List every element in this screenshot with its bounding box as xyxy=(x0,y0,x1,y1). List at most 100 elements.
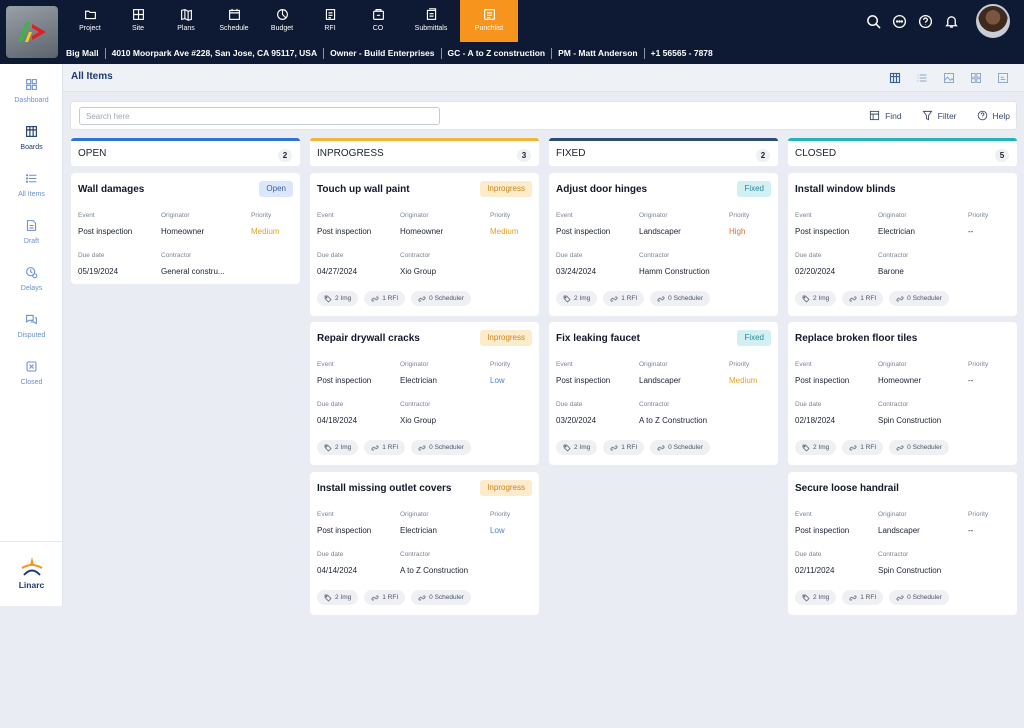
find-icon xyxy=(870,110,880,121)
images-chip[interactable]: 2 Img xyxy=(317,590,359,605)
rfi-chip[interactable]: 1 RFI xyxy=(842,440,884,455)
search-button[interactable] xyxy=(860,0,886,42)
rfi-chip[interactable]: 1 RFI xyxy=(842,590,884,605)
grid-view-button[interactable] xyxy=(962,72,989,84)
nav-rfi[interactable]: RFI xyxy=(306,0,354,42)
nav-punchlist[interactable]: Punchlist xyxy=(460,0,518,42)
priority-value: High xyxy=(729,227,746,236)
contractor-value: Xio Group xyxy=(400,267,437,276)
sidebar-item-all-items[interactable]: All Items xyxy=(0,172,63,212)
board-view-button[interactable] xyxy=(881,72,908,84)
punch-item-card[interactable]: Touch up wall paint Inprogress Event Origin… xyxy=(310,173,539,316)
chat-icon xyxy=(892,14,906,28)
sidebar-item-dashboard[interactable]: Dashboard xyxy=(0,78,63,118)
rfi-chip[interactable]: 1 RFI xyxy=(364,440,406,455)
nav-site[interactable]: Site xyxy=(114,0,162,42)
sidebar-item-boards[interactable]: Boards xyxy=(0,125,63,165)
scheduler-chip[interactable]: 0 Scheduler xyxy=(889,440,949,455)
tag-icon xyxy=(324,295,332,302)
rfi-chip[interactable]: 1 RFI xyxy=(603,291,645,306)
contractor-label: Contractor xyxy=(400,252,431,259)
punch-item-card[interactable]: Adjust door hinges Fixed Event Originator Pr… xyxy=(549,173,778,316)
link-icon xyxy=(418,445,426,450)
due-date-value: 05/19/2024 xyxy=(78,267,119,276)
app-logo[interactable] xyxy=(6,6,58,58)
chip-label: 1 RFI xyxy=(621,295,638,302)
column-header[interactable]: INPROGRESS 3 xyxy=(310,138,539,166)
chip-label: 1 RFI xyxy=(621,444,638,451)
images-chip[interactable]: 2 Img xyxy=(795,440,837,455)
nav-co[interactable]: CO xyxy=(354,0,402,42)
rfi-chip[interactable]: 1 RFI xyxy=(842,291,884,306)
help-label: Help xyxy=(992,110,1010,121)
sidebar-item-disputed[interactable]: Disputed xyxy=(0,313,63,353)
due-date-value: 04/18/2024 xyxy=(317,416,358,425)
due-date-label: Due date xyxy=(317,252,344,259)
search-input[interactable] xyxy=(79,107,440,125)
nav-submittals[interactable]: Submittals xyxy=(402,0,460,42)
punch-item-card[interactable]: Secure loose handrail Event Originator Prio… xyxy=(788,472,1017,615)
project-name: Big Mall xyxy=(66,48,99,58)
punch-item-card[interactable]: Install window blinds Event Originator Prio… xyxy=(788,173,1017,316)
nav-schedule[interactable]: Schedule xyxy=(210,0,258,42)
sidebar-item-draft[interactable]: Draft xyxy=(0,219,63,259)
column-header[interactable]: CLOSED 5 xyxy=(788,138,1017,166)
status-badge: Inprogress xyxy=(480,330,532,346)
rfi-chip[interactable]: 1 RFI xyxy=(364,590,406,605)
rfi-chip[interactable]: 1 RFI xyxy=(364,291,406,306)
column-title: FIXED xyxy=(556,148,586,159)
event-value: Post inspection xyxy=(317,526,372,535)
project-address: 4010 Moorpark Ave #228, San Jose, CA 951… xyxy=(111,48,318,58)
column-header[interactable]: FIXED 2 xyxy=(549,138,778,166)
help-button[interactable]: Help xyxy=(977,110,1010,121)
punch-item-card[interactable]: Fix leaking faucet Fixed Event Originator Pr… xyxy=(549,322,778,465)
punch-item-card[interactable]: Replace broken floor tiles Event Originato… xyxy=(788,322,1017,465)
delays-icon xyxy=(26,267,38,279)
event-label: Event xyxy=(795,511,812,518)
sidebar-item-closed[interactable]: Closed xyxy=(0,360,63,400)
report-view-button[interactable] xyxy=(989,72,1016,84)
user-avatar[interactable] xyxy=(976,4,1010,38)
nav-budget[interactable]: Budget xyxy=(258,0,306,42)
images-chip[interactable]: 2 Img xyxy=(317,291,359,306)
contractor-value: General constru... xyxy=(161,267,225,276)
column-header[interactable]: OPEN 2 xyxy=(71,138,300,166)
notifications-button[interactable] xyxy=(938,0,964,42)
link-icon xyxy=(610,296,618,301)
find-button[interactable]: Find xyxy=(869,110,902,121)
images-chip[interactable]: 2 Img xyxy=(795,590,837,605)
filter-icon xyxy=(922,110,933,121)
punch-item-card[interactable]: Install missing outlet covers Inprogress E… xyxy=(310,472,539,615)
punch-item-card[interactable]: Wall damages Open Event Originator Priority P… xyxy=(71,173,300,284)
help-button[interactable] xyxy=(912,0,938,42)
filter-label: Filter xyxy=(937,110,957,121)
scheduler-chip[interactable]: 0 Scheduler xyxy=(650,440,710,455)
sidebar-item-delays[interactable]: Delays xyxy=(0,266,63,306)
chat-button[interactable] xyxy=(886,0,912,42)
due-date-value: 02/11/2024 xyxy=(795,566,835,575)
images-chip[interactable]: 2 Img xyxy=(556,291,598,306)
scheduler-chip[interactable]: 0 Scheduler xyxy=(411,440,471,455)
scheduler-chip[interactable]: 0 Scheduler xyxy=(889,291,949,306)
filter-button[interactable]: Filter xyxy=(922,110,957,121)
status-badge: Fixed xyxy=(737,330,771,346)
images-chip[interactable]: 2 Img xyxy=(556,440,598,455)
scheduler-chip[interactable]: 0 Scheduler xyxy=(411,590,471,605)
app-logo-icon xyxy=(18,22,46,42)
images-chip[interactable]: 2 Img xyxy=(795,291,837,306)
contractor-value: A to Z Construction xyxy=(400,566,469,575)
punch-item-card[interactable]: Repair drywall cracks Inprogress Event Orig… xyxy=(310,322,539,465)
nav-project[interactable]: Project xyxy=(66,0,114,42)
brand-logo: Linarc xyxy=(0,556,63,590)
images-chip[interactable]: 2 Img xyxy=(317,440,359,455)
scheduler-chip[interactable]: 0 Scheduler xyxy=(411,291,471,306)
scheduler-chip[interactable]: 0 Scheduler xyxy=(650,291,710,306)
rfi-chip[interactable]: 1 RFI xyxy=(603,440,645,455)
scheduler-chip[interactable]: 0 Scheduler xyxy=(889,590,949,605)
dashboard-icon xyxy=(26,79,37,90)
nav-plans[interactable]: Plans xyxy=(162,0,210,42)
list-view-button[interactable] xyxy=(908,72,935,84)
bell-icon xyxy=(944,15,958,28)
gallery-view-button[interactable] xyxy=(935,72,962,84)
card-chips: 2 Img 1 RFI 0 Scheduler xyxy=(317,440,477,455)
